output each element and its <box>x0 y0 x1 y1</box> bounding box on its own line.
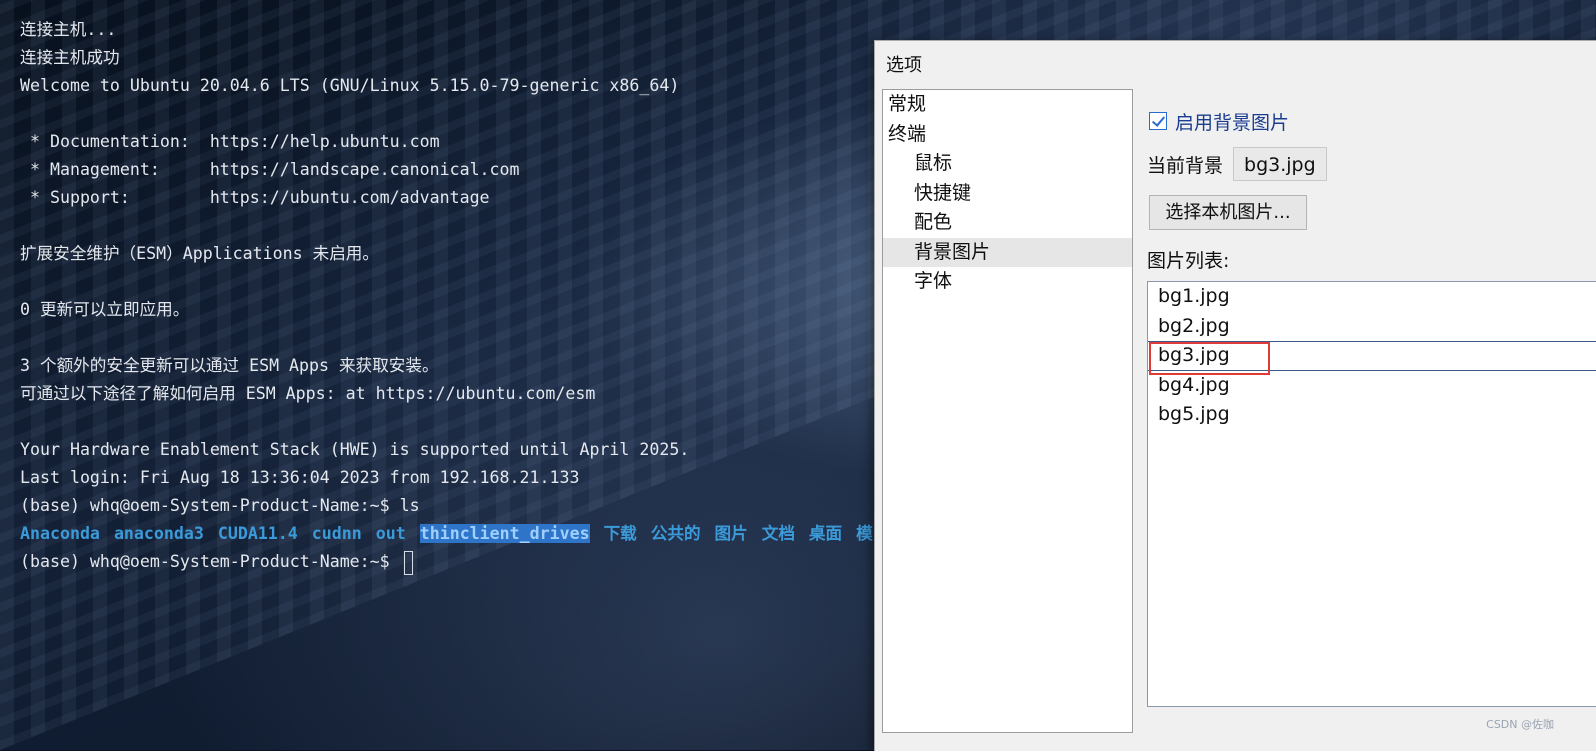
ls-output-line: Anaconda anaconda3 CUDA11.4 cudnn out thincli… <box>20 520 876 548</box>
terminal-line: Last login: Fri Aug 18 13:36:04 2023 fro… <box>20 468 580 487</box>
category-item[interactable]: 鼠标 <box>883 149 1132 179</box>
ls-entry[interactable]: 下载 <box>604 524 637 543</box>
terminal-line: 3 个额外的安全更新可以通过 ESM Apps 来获取安装。 <box>20 356 439 375</box>
background-settings-panel: 启用背景图片 当前背景 bg3.jpg 选择本机图片... 图片列表: bg1.… <box>1147 89 1596 749</box>
ls-entry[interactable]: anaconda3 <box>114 524 204 543</box>
ls-entry[interactable]: 文档 <box>762 524 795 543</box>
image-list[interactable]: bg1.jpg bg2.jpg bg3.jpg bg4.jpg bg5.jpg <box>1147 281 1596 707</box>
image-list-label: 图片列表: <box>1147 250 1230 272</box>
image-list-item[interactable]: bg3.jpg <box>1148 341 1596 371</box>
current-background-label: 当前背景 <box>1147 154 1224 177</box>
image-list-item[interactable]: bg1.jpg <box>1148 282 1596 312</box>
terminal-line: * Support: https://ubuntu.com/advantage <box>20 188 490 207</box>
ls-entry[interactable]: thinclient_drives <box>419 524 590 543</box>
terminal-line: * Documentation: https://help.ubuntu.com <box>20 132 440 151</box>
shell-prompt: (base) whq@oem-System-Product-Name:~$ <box>20 552 400 571</box>
ls-entry[interactable]: 图片 <box>715 524 748 543</box>
ls-entry[interactable]: 桌面 <box>809 524 842 543</box>
terminal-line: Your Hardware Enablement Stack (HWE) is … <box>20 440 690 459</box>
enable-background-checkbox[interactable] <box>1149 112 1167 130</box>
ls-entry[interactable]: Anaconda <box>20 524 100 543</box>
terminal-line: * Management: https://landscape.canonica… <box>20 160 520 179</box>
image-list-item[interactable]: bg4.jpg <box>1148 371 1596 401</box>
current-background-row: 当前背景 bg3.jpg <box>1147 147 1327 181</box>
ls-entry[interactable]: 模 <box>856 524 873 543</box>
watermark: CSDN @佐咖 <box>1486 718 1554 731</box>
category-item[interactable]: 配色 <box>883 208 1132 238</box>
terminal-line: Welcome to Ubuntu 20.04.6 LTS (GNU/Linux… <box>20 76 680 95</box>
enable-background-row[interactable]: 启用背景图片 <box>1149 108 1289 135</box>
category-item[interactable]: 快捷键 <box>883 179 1132 209</box>
text-cursor <box>403 550 413 575</box>
image-list-item[interactable]: bg5.jpg <box>1148 400 1596 430</box>
terminal-line: 连接主机... <box>20 20 117 39</box>
category-item[interactable]: 终端 <box>883 120 1132 150</box>
enable-background-label[interactable]: 启用背景图片 <box>1175 108 1289 135</box>
current-background-value: bg3.jpg <box>1233 147 1327 181</box>
terminal-line: 可通过以下途径了解如何启用 ESM Apps: at https://ubunt… <box>20 384 596 403</box>
prompt-line[interactable]: (base) whq@oem-System-Product-Name:~$ <box>20 548 876 576</box>
terminal-line: (base) whq@oem-System-Product-Name:~$ ls <box>20 496 420 515</box>
choose-local-image-button[interactable]: 选择本机图片... <box>1149 195 1307 230</box>
ls-entry[interactable]: out <box>376 524 406 543</box>
terminal-line: 连接主机成功 <box>20 48 120 67</box>
dialog-title: 选项 <box>886 55 922 76</box>
ls-entry[interactable]: CUDA11.4 <box>218 524 298 543</box>
terminal-line: 扩展安全维护（ESM）Applications 未启用。 <box>20 244 379 263</box>
category-tree[interactable]: 常规 终端 鼠标 快捷键 配色 背景图片 字体 <box>882 89 1133 733</box>
category-item[interactable]: 字体 <box>883 267 1132 297</box>
ls-entry[interactable]: cudnn <box>312 524 362 543</box>
options-dialog: 选项 常规 终端 鼠标 快捷键 配色 背景图片 字体 启用背景图片 当前背景 bg3.jpg… <box>874 40 1596 751</box>
category-item[interactable]: 常规 <box>883 90 1132 120</box>
terminal-line: 0 更新可以立即应用。 <box>20 300 190 319</box>
ls-entry[interactable]: 公共的 <box>651 524 701 543</box>
category-item[interactable]: 背景图片 <box>883 237 1132 267</box>
image-list-item[interactable]: bg2.jpg <box>1148 312 1596 342</box>
terminal-output[interactable]: 连接主机... 连接主机成功 Welcome to Ubuntu 20.04.6 L… <box>20 16 876 576</box>
